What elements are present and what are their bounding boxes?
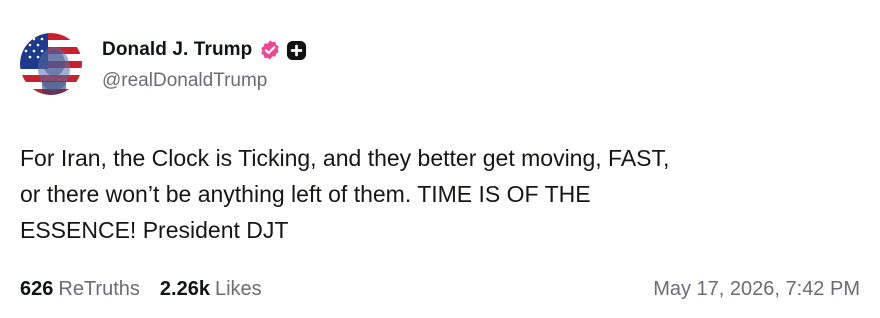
author-handle[interactable]: @realDonaldTrump xyxy=(102,70,307,92)
verified-badge-icon xyxy=(259,39,281,61)
retruths-stat[interactable]: 626 ReTruths xyxy=(20,278,140,301)
retruths-label: ReTruths xyxy=(58,278,140,300)
author-avatar[interactable] xyxy=(20,33,82,95)
likes-count: 2.26k xyxy=(159,278,210,300)
retruths-count: 626 xyxy=(20,278,54,300)
truth-post: Donald J. Trump @realDonaldTrump For Ira… xyxy=(0,0,880,318)
likes-stat[interactable]: 2.26k Likes xyxy=(160,278,262,301)
author-display-name[interactable]: Donald J. Trump xyxy=(102,39,252,61)
post-body-text: For Iran, the Clock is Ticking, and they… xyxy=(20,145,670,243)
post-header: Donald J. Trump @realDonaldTrump xyxy=(102,36,307,92)
name-row: Donald J. Trump xyxy=(102,36,307,64)
likes-label: Likes xyxy=(214,278,262,300)
post-footer: 626 ReTruths 2.26k Likes May 17, 2026, 7… xyxy=(20,278,860,301)
plus-badge-icon xyxy=(286,40,307,61)
post-timestamp[interactable]: May 17, 2026, 7:42 PM xyxy=(653,278,860,301)
avatar-flag-portrait-icon xyxy=(20,33,82,95)
